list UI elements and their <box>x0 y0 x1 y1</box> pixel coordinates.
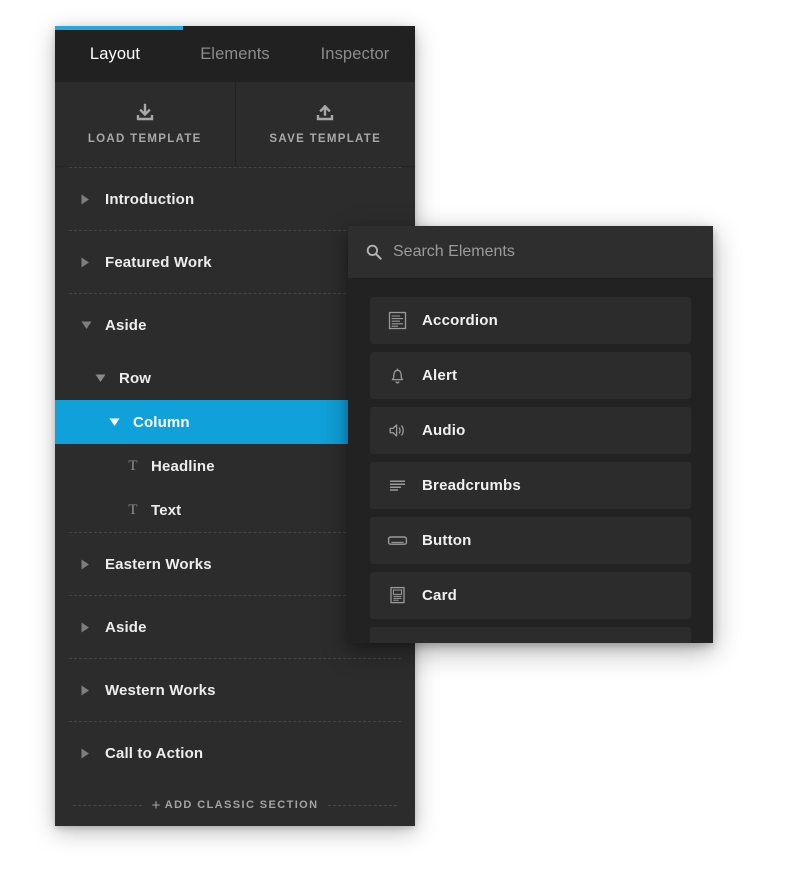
text-type-icon: T <box>128 457 138 474</box>
element-item-partial[interactable] <box>370 627 691 643</box>
speaker-icon <box>386 421 408 440</box>
tree-item-label: Row <box>119 369 152 387</box>
tree-item-label: Aside <box>105 316 147 334</box>
caret-right-icon[interactable] <box>81 257 97 268</box>
breadcrumbs-icon <box>386 476 408 495</box>
caret-down-icon[interactable] <box>81 321 97 330</box>
elements-list: Accordion Alert Audio Breadcrumbs Button… <box>348 279 713 643</box>
element-item-accordion[interactable]: Accordion <box>370 297 691 344</box>
tree-item-label: Aside <box>105 618 147 636</box>
element-item-breadcrumbs[interactable]: Breadcrumbs <box>370 462 691 509</box>
caret-right-icon[interactable] <box>81 559 97 570</box>
elements-panel: Accordion Alert Audio <box>348 226 713 643</box>
active-tab-accent-bar <box>55 26 183 30</box>
add-classic-section-button[interactable]: + ADD CLASSIC SECTION <box>55 784 415 826</box>
element-item-label: Breadcrumbs <box>422 477 521 494</box>
caret-right-icon[interactable] <box>81 685 97 696</box>
tree-item-label: Featured Work <box>105 253 212 271</box>
tree-item-label: Introduction <box>105 190 195 208</box>
button-icon <box>386 531 408 550</box>
tab-elements[interactable]: Elements <box>175 26 295 82</box>
save-template-button[interactable]: SAVE TEMPLATE <box>234 82 416 166</box>
tree-item-introduction[interactable]: Introduction <box>55 168 415 230</box>
upload-icon <box>314 103 336 123</box>
template-toolbar: LOAD TEMPLATE SAVE TEMPLATE <box>55 82 415 167</box>
element-item-label: Alert <box>422 367 458 384</box>
load-template-label: LOAD TEMPLATE <box>87 133 202 145</box>
elements-search-header <box>348 226 713 279</box>
load-template-button[interactable]: LOAD TEMPLATE <box>55 82 235 166</box>
element-item-audio[interactable]: Audio <box>370 407 691 454</box>
tree-item-label: Western Works <box>105 681 216 699</box>
plus-icon: + <box>151 797 162 814</box>
panel-tabbar: Layout Elements Inspector <box>55 26 415 82</box>
caret-down-icon[interactable] <box>95 374 111 383</box>
tab-layout[interactable]: Layout <box>55 26 175 82</box>
search-icon <box>366 244 382 260</box>
add-classic-section-label-wrap: + ADD CLASSIC SECTION <box>152 798 319 813</box>
save-template-label: SAVE TEMPLATE <box>269 133 382 145</box>
element-item-label: Button <box>422 532 472 549</box>
download-icon <box>134 103 156 123</box>
tree-item-western-works[interactable]: Western Works <box>55 659 415 721</box>
tree-item-label: Eastern Works <box>105 555 212 573</box>
caret-down-icon[interactable] <box>109 418 125 427</box>
accordion-icon <box>386 311 408 330</box>
search-elements-input[interactable] <box>393 243 695 261</box>
caret-right-icon[interactable] <box>81 748 97 759</box>
tree-item-call-to-action[interactable]: Call to Action <box>55 722 415 784</box>
caret-right-icon[interactable] <box>81 194 97 205</box>
tree-item-label: Call to Action <box>105 744 204 762</box>
tree-item-label: Headline <box>151 457 215 475</box>
text-type-icon: T <box>128 501 138 518</box>
dashed-rule-left <box>73 804 142 806</box>
bell-icon <box>386 366 408 385</box>
element-item-label: Card <box>422 587 457 604</box>
caret-right-icon[interactable] <box>81 622 97 633</box>
card-icon <box>386 586 408 605</box>
element-item-alert[interactable]: Alert <box>370 352 691 399</box>
tree-item-label: Text <box>151 501 182 519</box>
element-item-label: Accordion <box>422 312 498 329</box>
tab-inspector[interactable]: Inspector <box>295 26 415 82</box>
tree-item-label: Column <box>133 413 190 431</box>
element-item-button[interactable]: Button <box>370 517 691 564</box>
dashed-rule-right <box>328 804 398 806</box>
element-item-label: Audio <box>422 422 466 439</box>
add-classic-section-label: ADD CLASSIC SECTION <box>164 799 319 811</box>
element-item-card[interactable]: Card <box>370 572 691 619</box>
